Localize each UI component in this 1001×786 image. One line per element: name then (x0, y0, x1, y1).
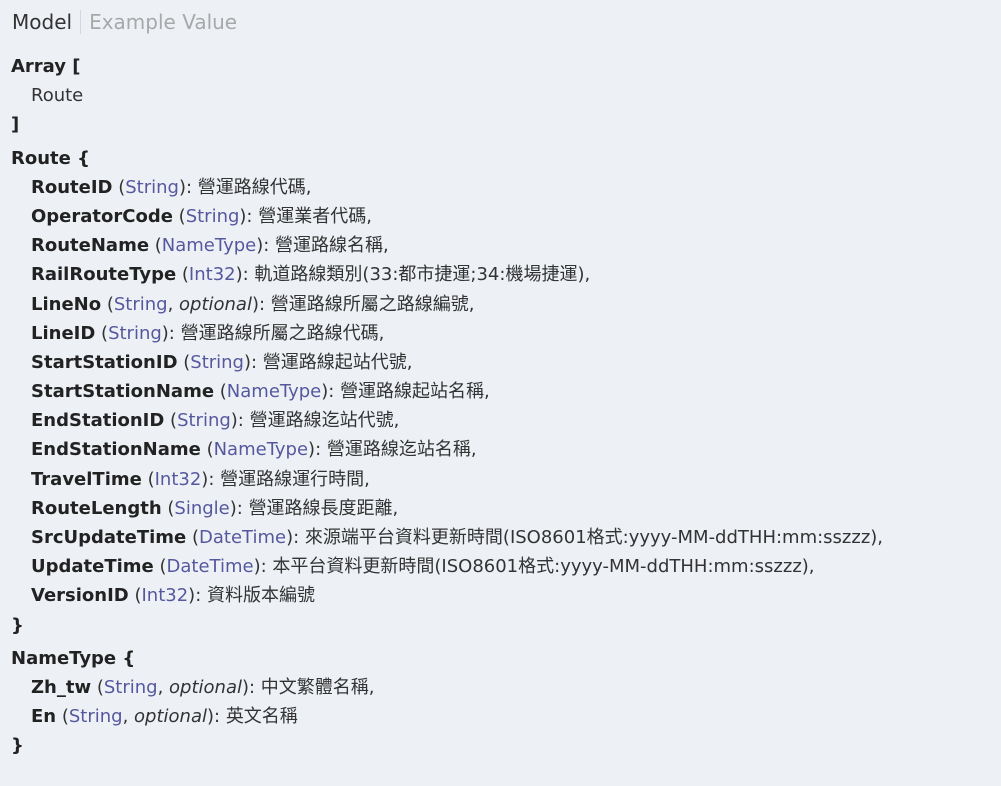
property-row: StartStationID (String): 營運路線起站代號, (31, 351, 413, 373)
property-row: TravelTime (Int32): 營運路線運行時間, (31, 468, 370, 490)
property-row: RouteLength (Single): 營運路線長度距離, (31, 497, 399, 519)
property-description: 中文繁體名稱, (260, 676, 375, 698)
property-type[interactable]: String (69, 706, 123, 727)
property-row: Zh_tw (String, optional): 中文繁體名稱, (31, 676, 375, 698)
property-type[interactable]: NameType (162, 235, 256, 256)
property-description: 營運路線代碼, (197, 176, 312, 198)
property-row: UpdateTime (DateTime): 本平台資料更新時間(ISO8601… (31, 556, 815, 578)
tab-example-value[interactable]: Example Value (80, 10, 245, 34)
property-description: 營運路線名稱, (275, 235, 389, 257)
property-row: RouteID (String): 營運路線代碼, (31, 176, 312, 198)
property-type[interactable]: Int32 (155, 469, 202, 490)
property-name: VersionID (31, 585, 129, 607)
property-type[interactable]: Int32 (189, 264, 236, 285)
array-item-type: Route (31, 85, 84, 107)
property-row: SrcUpdateTime (DateTime): 來源端平台資料更新時間(IS… (31, 527, 884, 548)
property-name: LineNo (31, 293, 102, 315)
property-row: OperatorCode (String): 營運業者代碼, (31, 205, 372, 227)
property-row: EndStationID (String): 營運路線迄站代號, (31, 410, 400, 432)
property-description: 營運路線所屬之路線代碼, (180, 322, 385, 344)
property-type[interactable]: NameType (214, 439, 308, 460)
property-description: 營運路線運行時間, (220, 468, 370, 490)
property-row: RouteName (NameType): 營運路線名稱, (31, 235, 389, 257)
property-name: EndStationID (31, 410, 165, 432)
property-row: StartStationName (NameType): 營運路線起站名稱, (31, 381, 490, 403)
property-description: 軌道路線類別(33:都市捷運;34:機場捷運), (254, 264, 591, 286)
nametype-model-open[interactable]: NameType { (11, 644, 883, 673)
property-description: 來源端平台資料更新時間(ISO8601格式:yyyy-MM-ddTHH:mm:s… (304, 527, 884, 548)
property-description: 本平台資料更新時間(ISO8601格式:yyyy-MM-ddTHH:mm:ssz… (272, 556, 815, 578)
property-row: LineID (String): 營運路線所屬之路線代碼, (31, 322, 385, 344)
array-open[interactable]: Array [ (11, 52, 883, 81)
nametype-model-close: } (11, 735, 24, 757)
property-name: TravelTime (31, 468, 142, 490)
property-name: Zh_tw (31, 676, 92, 698)
route-fields: RouteID (String): 營運路線代碼, OperatorCode (S… (11, 173, 883, 611)
property-description: 營運路線迄站名稱, (326, 439, 477, 461)
property-description: 英文名稱 (225, 706, 298, 728)
property-name: RailRouteType (31, 264, 177, 286)
model-tabs: Model Example Value (0, 0, 245, 44)
property-name: SrcUpdateTime (31, 527, 187, 548)
property-optional: optional (169, 676, 242, 698)
property-row: VersionID (Int32): 資料版本編號 (31, 585, 315, 607)
property-name: StartStationName (31, 381, 215, 403)
property-type[interactable]: String (186, 206, 240, 227)
property-type[interactable]: String (177, 410, 231, 431)
tab-model[interactable]: Model (0, 10, 80, 34)
property-type[interactable]: Single (174, 498, 229, 519)
property-name: OperatorCode (31, 205, 173, 227)
property-type[interactable]: String (114, 294, 168, 315)
property-description: 資料版本編號 (206, 585, 315, 607)
property-name: StartStationID (31, 351, 178, 373)
property-row: En (String, optional): 英文名稱 (31, 706, 298, 728)
property-type[interactable]: DateTime (199, 527, 286, 548)
property-type[interactable]: String (125, 177, 179, 198)
property-description: 營運路線迄站代號, (249, 410, 400, 432)
property-type[interactable]: String (104, 677, 158, 698)
property-description: 營運路線起站代號, (262, 351, 413, 373)
property-type[interactable]: NameType (227, 381, 321, 402)
array-close: ] (11, 114, 20, 136)
property-name: RouteLength (31, 497, 162, 519)
property-name: RouteName (31, 235, 150, 257)
property-optional: optional (179, 293, 252, 315)
property-name: RouteID (31, 176, 113, 198)
property-type[interactable]: Int32 (141, 585, 188, 606)
property-row: LineNo (String, optional): 營運路線所屬之路線編號, (31, 293, 475, 315)
property-type[interactable]: String (108, 323, 162, 344)
property-description: 營運業者代碼, (258, 205, 372, 227)
property-optional: optional (134, 706, 207, 728)
property-description: 營運路線長度距離, (248, 497, 399, 519)
route-model-close: } (11, 614, 24, 636)
property-name: EndStationName (31, 439, 201, 461)
property-name: LineID (31, 322, 96, 344)
property-name: UpdateTime (31, 556, 154, 578)
property-type[interactable]: DateTime (167, 556, 254, 577)
property-row: EndStationName (NameType): 營運路線迄站名稱, (31, 439, 477, 461)
property-row: RailRouteType (Int32): 軌道路線類別(33:都市捷運;34… (31, 264, 591, 286)
route-model-open[interactable]: Route { (11, 144, 883, 173)
property-type[interactable]: String (190, 352, 244, 373)
model-schema: Array [ Route ] Route { RouteID (String)… (11, 52, 883, 761)
property-description: 營運路線所屬之路線編號, (270, 293, 475, 315)
nametype-fields: Zh_tw (String, optional): 中文繁體名稱, En (Str… (11, 673, 883, 731)
property-description: 營運路線起站名稱, (340, 381, 490, 403)
property-name: En (31, 706, 57, 728)
